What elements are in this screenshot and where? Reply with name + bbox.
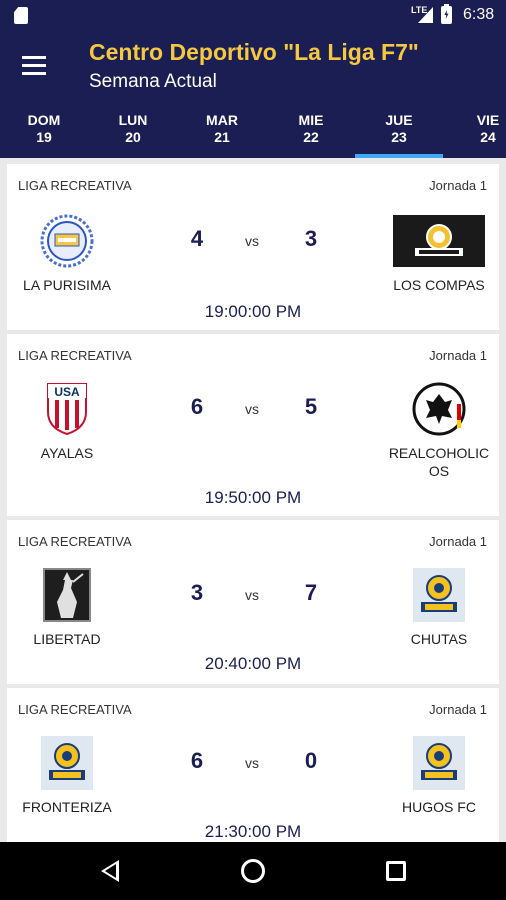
league-name: LIGA RECREATIVA <box>18 702 132 717</box>
match-time: 21:30:00 PM <box>204 822 302 841</box>
vs-label: vs <box>245 755 259 771</box>
match-card[interactable]: LIGA RECREATIVA Jornada 1 USA AYALAS 6 v… <box>7 334 499 516</box>
tab-day-number: 19 <box>36 129 52 145</box>
match-card[interactable]: LIGA RECREATIVA Jornada 1 FRONTERIZA 6 v… <box>7 688 499 842</box>
match-card[interactable]: LIGA RECREATIVA Jornada 1 LIBERTAD 3 vs … <box>7 520 499 684</box>
match-card[interactable]: LIGA RECREATIVA Jornada 1 LA PURISIMA 4 … <box>7 164 499 330</box>
match-time: 20:40:00 PM <box>204 654 302 673</box>
league-name: LIGA RECREATIVA <box>18 178 132 193</box>
app-title: Centro Deportivo "La Liga F7" <box>89 39 419 65</box>
svg-text:USA: USA <box>54 385 80 399</box>
home-score: 6 <box>190 748 204 773</box>
tab-day-4-selected[interactable]: JUE 23 <box>355 108 443 158</box>
away-team-name: HUGOS FC <box>402 799 476 815</box>
home-team-name: AYALAS <box>40 445 94 461</box>
match-list[interactable]: LIGA RECREATIVA Jornada 1 LA PURISIMA 4 … <box>0 158 506 842</box>
tab-day-number: 20 <box>125 129 141 145</box>
day-tabs: DOM 19 LUN 20 MAR 21 MIE 22 JUE 23 VIE 24 <box>0 108 506 158</box>
back-icon[interactable] <box>101 860 119 882</box>
system-nav-bar <box>0 842 506 900</box>
away-score: 0 <box>304 748 318 773</box>
tab-day-name: JUE <box>385 112 413 128</box>
team-crest-icon <box>35 568 99 622</box>
match-time: 19:00:00 PM <box>204 302 302 321</box>
home-team: LIBERTAD <box>5 568 129 648</box>
status-bar: LTE 6:38 <box>0 0 506 30</box>
team-crest-icon <box>407 568 471 622</box>
tab-day-3[interactable]: MIE 22 <box>267 108 355 158</box>
battery-icon <box>441 4 452 24</box>
signal-icon <box>418 7 433 23</box>
match-time: 19:50:00 PM <box>204 488 302 507</box>
tab-day-name: MAR <box>206 112 238 128</box>
vs-label: vs <box>245 233 259 249</box>
home-score: 6 <box>190 394 204 419</box>
league-name: LIGA RECREATIVA <box>18 348 132 363</box>
tab-day-number: 24 <box>480 129 496 145</box>
home-score: 3 <box>190 580 204 605</box>
home-team: FRONTERIZA <box>5 736 129 816</box>
tab-day-1[interactable]: LUN 20 <box>89 108 177 158</box>
home-team-name: LIBERTAD <box>33 631 101 647</box>
away-score: 5 <box>304 394 318 419</box>
sd-card-icon <box>14 7 28 24</box>
vs-label: vs <box>245 401 259 417</box>
tab-day-number: 21 <box>214 129 230 145</box>
app-subtitle: Semana Actual <box>89 71 217 92</box>
tab-day-0[interactable]: DOM 19 <box>0 108 88 158</box>
home-score: 4 <box>190 226 204 251</box>
away-team: CHUTAS <box>377 568 501 648</box>
away-team-name: CHUTAS <box>410 631 468 647</box>
tab-day-name: MIE <box>298 112 324 128</box>
home-team-name: FRONTERIZA <box>22 799 112 815</box>
vs-label: vs <box>245 587 259 603</box>
away-score: 3 <box>304 226 318 251</box>
home-team: LA PURISIMA <box>5 214 129 294</box>
hamburger-icon[interactable] <box>22 56 48 76</box>
home-team: USA AYALAS <box>5 382 129 462</box>
jornada-label: Jornada 1 <box>429 702 487 717</box>
tab-day-name: DOM <box>27 112 61 128</box>
team-crest-icon <box>35 214 99 268</box>
team-crest-icon <box>407 736 471 790</box>
clock: 6:38 <box>463 6 495 23</box>
team-crest-icon: USA <box>35 382 99 436</box>
jornada-label: Jornada 1 <box>429 178 487 193</box>
tab-day-name: LUN <box>118 112 148 128</box>
away-team: REALCOHOLIC OS <box>377 382 501 480</box>
team-crest-icon <box>393 214 485 268</box>
away-team: HUGOS FC <box>377 736 501 816</box>
away-team-name: REALCOHOLIC OS <box>388 445 490 479</box>
jornada-label: Jornada 1 <box>429 348 487 363</box>
team-crest-icon <box>407 382 471 436</box>
app-bar: Centro Deportivo "La Liga F7" Semana Act… <box>0 30 506 158</box>
tab-day-2[interactable]: MAR 21 <box>178 108 266 158</box>
tab-day-name: VIE <box>476 112 500 128</box>
team-crest-icon <box>35 736 99 790</box>
tab-day-number: 23 <box>391 129 407 145</box>
home-icon[interactable] <box>241 859 265 883</box>
home-team-name: LA PURISIMA <box>23 277 111 293</box>
tab-day-number: 22 <box>303 129 319 145</box>
away-team: LOS COMPAS <box>377 214 501 294</box>
recents-icon[interactable] <box>386 861 406 881</box>
away-score: 7 <box>304 580 318 605</box>
jornada-label: Jornada 1 <box>429 534 487 549</box>
away-team-name: LOS COMPAS <box>393 277 485 293</box>
tab-day-5[interactable]: VIE 24 <box>444 108 506 158</box>
league-name: LIGA RECREATIVA <box>18 534 132 549</box>
